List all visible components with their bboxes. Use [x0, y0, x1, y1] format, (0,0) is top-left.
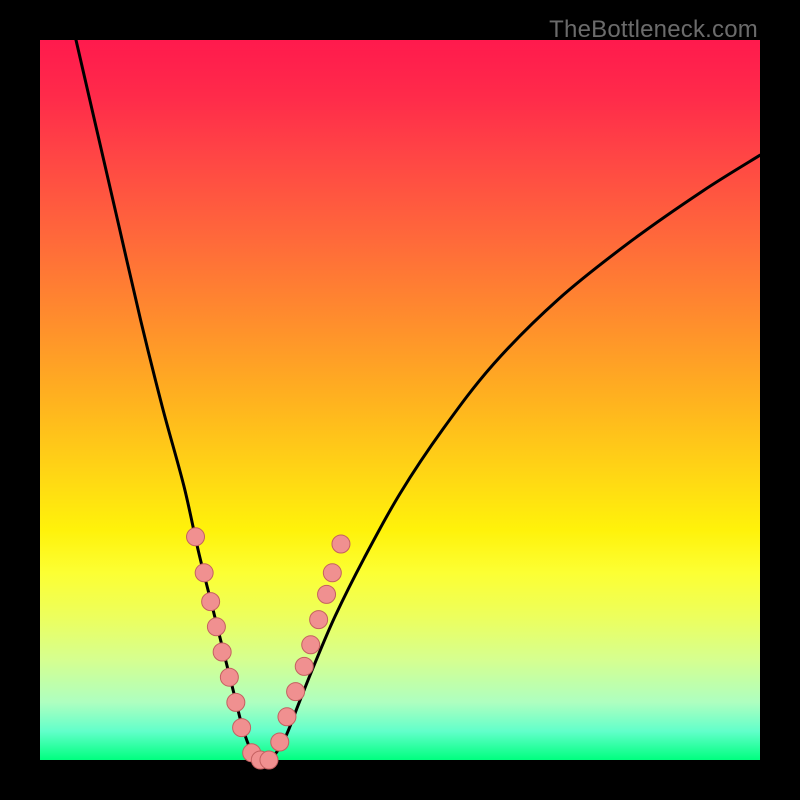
- marker-point: [195, 564, 213, 582]
- marker-point: [318, 585, 336, 603]
- marker-point: [207, 618, 225, 636]
- marker-point: [227, 693, 245, 711]
- curve-svg: [40, 40, 760, 760]
- marker-point: [213, 643, 231, 661]
- marker-point: [310, 611, 328, 629]
- chart-container: TheBottleneck.com: [0, 0, 800, 800]
- marker-point: [278, 708, 296, 726]
- marker-point: [287, 683, 305, 701]
- bottleneck-curve: [76, 40, 760, 762]
- marker-point: [323, 564, 341, 582]
- marker-point: [295, 657, 313, 675]
- marker-point: [302, 636, 320, 654]
- marker-point: [220, 668, 238, 686]
- marker-group: [187, 528, 350, 769]
- watermark-text: TheBottleneck.com: [549, 16, 758, 44]
- marker-point: [332, 535, 350, 553]
- marker-point: [202, 593, 220, 611]
- marker-point: [187, 528, 205, 546]
- plot-area: [40, 40, 760, 760]
- marker-point: [271, 733, 289, 751]
- marker-point: [233, 719, 251, 737]
- marker-point: [260, 751, 278, 769]
